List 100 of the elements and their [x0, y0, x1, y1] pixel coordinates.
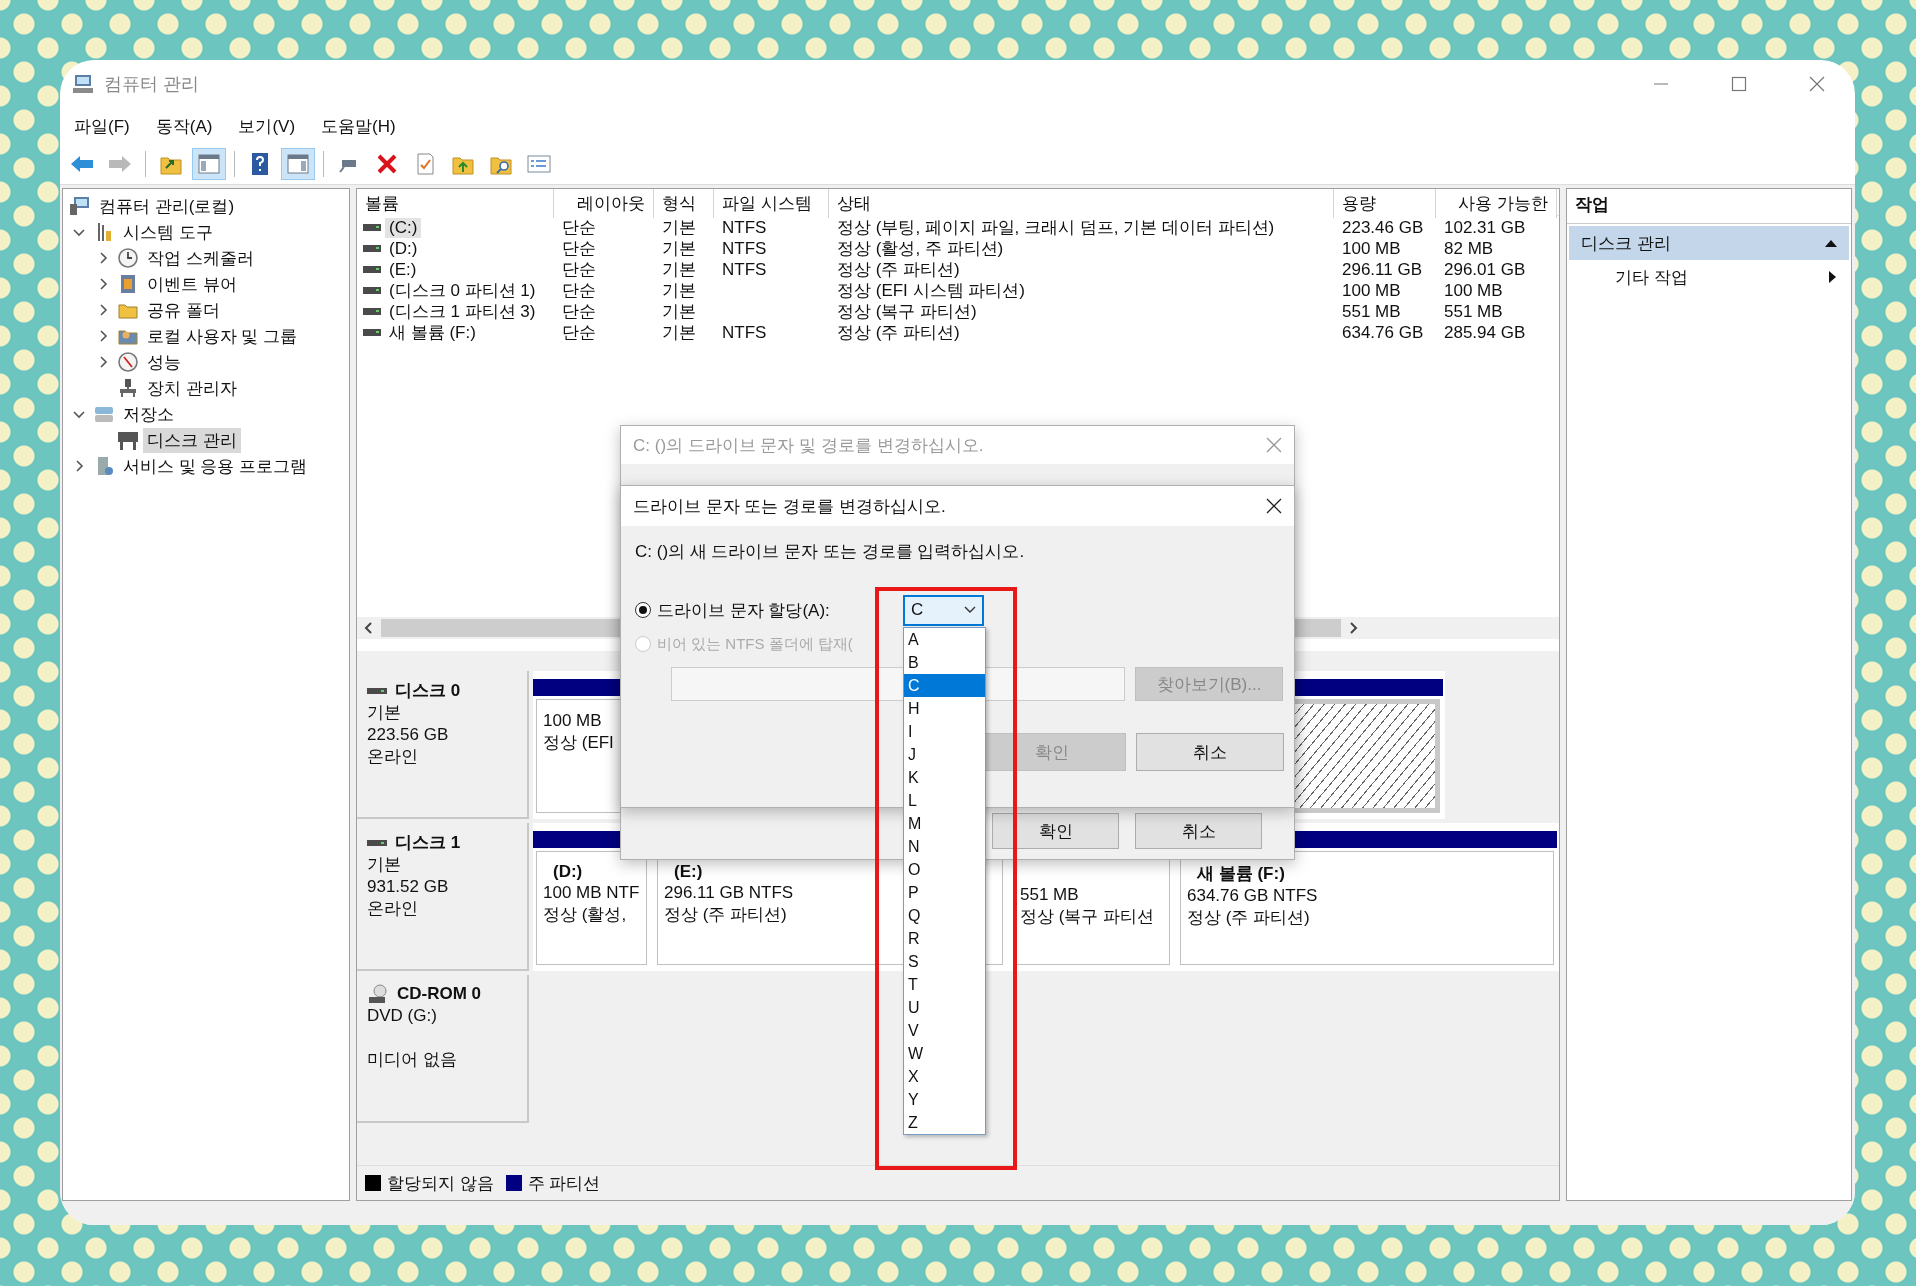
tree-item[interactable]: 저장소 — [119, 401, 178, 427]
volume-name[interactable]: (디스크 0 파티션 1) — [385, 279, 540, 302]
table-cell: 기본 — [662, 260, 696, 279]
table-cell: 223.46 GB — [1342, 217, 1424, 237]
dropdown-option[interactable]: R — [904, 926, 985, 950]
partition-info: 100 MB NTF — [543, 882, 640, 904]
ok-button[interactable]: 확인 — [992, 813, 1119, 849]
partition-box[interactable]: 새 볼륨 (F:) 634.76 GB NTFS 정상 (주 파티션) — [1180, 851, 1554, 965]
disk-info: 미디어 없음 — [367, 1049, 458, 1071]
legend-label: 할당되지 않음 — [387, 1172, 494, 1195]
dropdown-option[interactable]: Q — [904, 903, 985, 927]
dropdown-option[interactable]: B — [904, 650, 985, 674]
dropdown-option[interactable]: C — [904, 673, 985, 697]
tree-item[interactable]: 디스크 관리 — [143, 427, 241, 453]
scroll-right-icon[interactable] — [1347, 621, 1359, 635]
close-icon[interactable] — [1266, 498, 1282, 514]
disk-label-panel[interactable]: CD-ROM 0 DVD (G:) 미디어 없음 — [357, 975, 529, 1123]
table-cell: 기본 — [662, 302, 696, 321]
maximize-icon[interactable] — [1731, 76, 1747, 92]
drive-icon — [363, 244, 381, 253]
actions-section[interactable]: 디스크 관리 — [1569, 226, 1849, 260]
radio-button[interactable] — [635, 602, 651, 618]
disk-name: CD-ROM 0 — [397, 984, 482, 1004]
tree-item[interactable]: 로컬 사용자 및 그룹 — [143, 323, 302, 349]
dropdown-option[interactable]: L — [904, 788, 985, 812]
menu-item[interactable]: 도움말(H) — [321, 114, 396, 138]
tree-item[interactable]: 작업 스케줄러 — [143, 245, 258, 271]
table-cell: NTFS — [722, 259, 767, 279]
table-cell: 551 MB — [1444, 301, 1503, 321]
device-icon — [117, 377, 139, 399]
panel-icon[interactable] — [282, 149, 314, 179]
menu-item[interactable]: 동작(A) — [155, 114, 213, 138]
disk-label-panel[interactable]: 디스크 0 기본 223.56 GB 온라인 — [357, 671, 529, 819]
dropdown-option[interactable]: X — [904, 1064, 985, 1088]
dropdown-option[interactable]: A — [904, 627, 985, 651]
table-cell: 기본 — [662, 218, 696, 237]
column-header[interactable]: 형식 — [654, 189, 714, 218]
dropdown-option[interactable]: Y — [904, 1087, 985, 1111]
volume-name[interactable]: (디스크 1 파티션 3) — [385, 300, 540, 323]
collapse-arrow-icon[interactable] — [1825, 239, 1837, 247]
table-cell: 296.01 GB — [1444, 259, 1526, 279]
computer-icon — [72, 74, 94, 94]
table-cell: 정상 (활성, 주 파티션) — [837, 239, 1004, 258]
cd-drive-icon — [367, 983, 389, 1005]
table-cell: 634.76 GB — [1342, 322, 1424, 342]
volume-name[interactable]: (C:) — [385, 217, 422, 238]
dropdown-option[interactable]: U — [904, 995, 985, 1019]
dropdown-option[interactable]: P — [904, 880, 985, 904]
column-header[interactable]: 사용 가능한 — [1436, 189, 1557, 218]
tree-item[interactable]: 성능 — [143, 349, 185, 375]
dropdown-option[interactable]: W — [904, 1041, 985, 1065]
drive-icon — [367, 837, 387, 848]
dropdown-option[interactable]: M — [904, 811, 985, 835]
panel-icon[interactable] — [193, 149, 225, 179]
cancel-button[interactable]: 취소 — [1135, 813, 1262, 849]
tree-item[interactable]: 이벤트 뷰어 — [143, 271, 241, 297]
tree-item[interactable]: 컴퓨터 관리(로컬) — [95, 193, 239, 219]
dialog-title: 드라이브 문자 또는 경로를 변경하십시오. — [633, 495, 946, 518]
table-cell: 296.11 GB — [1342, 259, 1423, 279]
column-header[interactable]: 용량 — [1334, 189, 1436, 218]
partition-title: (E:) — [673, 862, 703, 882]
dropdown-option[interactable]: H — [904, 696, 985, 720]
column-header[interactable]: 볼륨 — [357, 189, 554, 218]
dropdown-option[interactable]: T — [904, 972, 985, 996]
menu-item[interactable]: 파일(F) — [74, 114, 130, 138]
table-cell: 단순 — [562, 302, 596, 321]
partition-info: 정상 (주 파티션) — [664, 904, 787, 926]
table-cell: 100 MB — [1444, 280, 1503, 300]
table-cell: NTFS — [722, 322, 767, 342]
tree-item[interactable]: 공유 폴더 — [143, 297, 224, 323]
volume-name[interactable]: (E:) — [385, 259, 421, 280]
table-cell: 단순 — [562, 323, 596, 342]
drive-icon — [363, 265, 381, 274]
tree-item[interactable]: 시스템 도구 — [119, 219, 217, 245]
column-header[interactable]: 레이아웃 — [554, 189, 654, 218]
table-cell: 102.31 GB — [1444, 217, 1526, 237]
disk-info: 온라인 — [367, 898, 419, 920]
volume-name[interactable]: 새 볼륨 (F:) — [385, 321, 480, 344]
column-header[interactable]: 파일 시스템 — [714, 189, 829, 218]
tree-item[interactable]: 장치 관리자 — [143, 375, 241, 401]
radio-label[interactable]: 드라이브 문자 할당(A): — [657, 598, 897, 622]
drive-letter-dropdown[interactable]: C — [903, 594, 984, 626]
table-cell: 단순 — [562, 260, 596, 279]
dropdown-option[interactable]: V — [904, 1018, 985, 1042]
dropdown-option[interactable]: O — [904, 857, 985, 881]
partition-box[interactable]: (D:) 100 MB NTF 정상 (활성, — [536, 851, 647, 965]
gauge-icon — [117, 351, 139, 373]
menu-item[interactable]: 보기(V) — [238, 114, 296, 138]
cancel-button[interactable]: 취소 — [1136, 733, 1284, 771]
dropdown-option[interactable]: Z — [904, 1110, 985, 1134]
scroll-left-icon[interactable] — [363, 621, 375, 635]
table-cell: 정상 (부팅, 페이지 파일, 크래시 덤프, 기본 데이터 파티션) — [837, 218, 1275, 237]
tree-item[interactable]: 서비스 및 응용 프로그램 — [119, 453, 312, 479]
window-title: 컴퓨터 관리 — [104, 73, 199, 96]
submenu-arrow-icon — [1829, 271, 1837, 283]
column-header[interactable]: 상태 — [829, 189, 1334, 218]
action-item[interactable]: 기타 작업 — [1567, 262, 1851, 292]
disk-label-panel[interactable]: 디스크 1 기본 931.52 GB 온라인 — [357, 823, 529, 971]
table-cell: NTFS — [722, 238, 767, 258]
volume-name[interactable]: (D:) — [385, 238, 422, 259]
